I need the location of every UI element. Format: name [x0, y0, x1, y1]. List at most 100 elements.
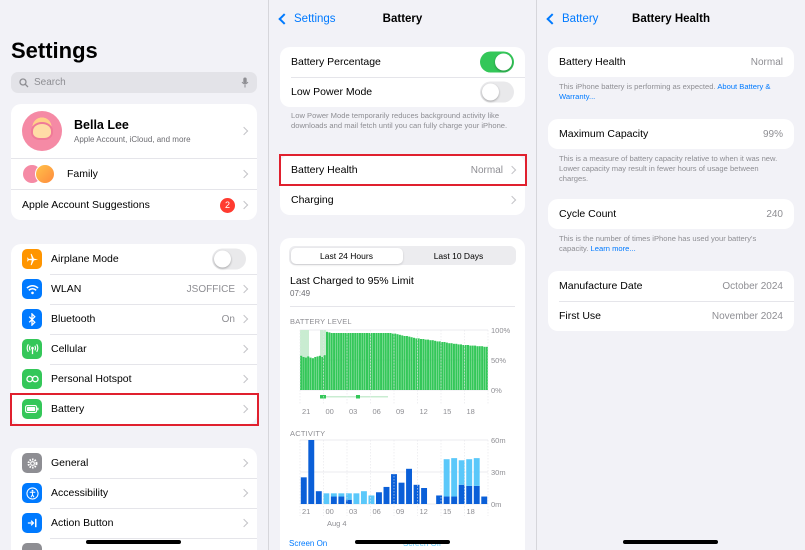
- battery-level-bar: [396, 334, 399, 390]
- family-row[interactable]: Family: [11, 158, 257, 189]
- battery-level-bar: [326, 331, 329, 390]
- airplane-mode-toggle[interactable]: [212, 248, 246, 270]
- y-tick-label: 60m: [491, 436, 506, 445]
- battery-level-bar: [474, 345, 477, 390]
- settings-item-airplane-mode[interactable]: Airplane Mode: [11, 244, 257, 274]
- y-tick-label: 0%: [491, 386, 502, 395]
- screen-off-bar: [451, 458, 458, 497]
- screen-on-bar: [315, 491, 322, 504]
- wifi-icon: [22, 279, 42, 299]
- screen-on-bar: [398, 482, 405, 504]
- learn-more-link[interactable]: Learn more...: [591, 244, 636, 253]
- bluetooth-icon: [22, 309, 42, 329]
- microphone-icon[interactable]: [241, 77, 249, 88]
- action-button-icon: [22, 513, 42, 533]
- screen-off-bar: [458, 460, 465, 485]
- battery-level-bar: [455, 343, 458, 390]
- battery-level-bar: [481, 346, 484, 390]
- screen-off-bar: [443, 459, 450, 497]
- battery-highlight-box: [10, 393, 259, 426]
- x-tick-label: 15: [443, 507, 451, 516]
- battery-level-bar: [370, 333, 373, 390]
- x-tick-label: 09: [396, 507, 404, 516]
- battery-level-bar: [365, 333, 368, 390]
- chevron-right-icon: [239, 169, 249, 179]
- battery-level-bar: [382, 333, 385, 390]
- battery-level-bar: [323, 355, 326, 390]
- battery-level-bar: [443, 342, 446, 390]
- cycle-count-row: Cycle Count 240: [559, 208, 783, 220]
- screen-off-bar: [338, 493, 345, 497]
- x-tick-label: 03: [349, 507, 357, 516]
- settings-item-cellular[interactable]: Cellular: [11, 334, 257, 364]
- screen-on-bar: [466, 485, 473, 504]
- manufacture-date-row: Manufacture Date October 2024: [559, 280, 783, 292]
- battery-level-bar: [311, 358, 314, 390]
- low-power-mode-toggle[interactable]: [480, 81, 514, 103]
- settings-item-wlan[interactable]: WLAN JSOFFICE: [11, 274, 257, 304]
- screen-on-bar: [458, 484, 465, 504]
- settings-item-general[interactable]: General: [11, 448, 257, 478]
- screen-on-bar: [376, 492, 382, 504]
- battery-level-bar: [412, 337, 415, 390]
- screen-on-bar: [308, 440, 315, 504]
- general-card: General Accessibility Action Button: [11, 448, 257, 550]
- usage-card: Last 24 Hours Last 10 Days Last Charged …: [280, 238, 525, 550]
- screen-on-bar: [436, 495, 443, 504]
- battery-level-bar: [448, 343, 451, 390]
- battery-level-bar: [302, 357, 305, 390]
- y-tick-label: 0m: [491, 500, 501, 509]
- battery-level-bar: [434, 340, 437, 390]
- segment-last-24-hours[interactable]: Last 24 Hours: [290, 247, 403, 264]
- battery-level-bar: [342, 333, 345, 390]
- notification-badge: 2: [220, 197, 235, 213]
- battery-level-chart: 100% 50% 0% 21 00 03 06 09 12 15 18: [299, 326, 511, 416]
- profile-name: Bella Lee: [74, 118, 129, 132]
- battery-level-bar: [300, 355, 303, 390]
- battery-level-bar: [452, 343, 455, 390]
- battery-level-bar: [361, 333, 364, 390]
- battery-health-row: Battery Health Normal: [559, 56, 783, 68]
- settings-item-personal-hotspot[interactable]: Personal Hotspot: [11, 364, 257, 394]
- battery-percentage-toggle[interactable]: [480, 51, 514, 73]
- hotspot-icon: [22, 369, 42, 389]
- profile-row[interactable]: Bella Lee Apple Account, iCloud, and mor…: [11, 104, 257, 158]
- screen-off-bar: [473, 458, 480, 486]
- accessibility-icon: [22, 483, 42, 503]
- search-icon: [19, 77, 29, 87]
- battery-level-bar: [394, 333, 397, 390]
- battery-health-screen: Battery Battery Health Battery Health No…: [537, 0, 805, 550]
- avatar: [22, 111, 62, 151]
- battery-level-bar: [391, 333, 394, 390]
- search-field[interactable]: Search: [11, 72, 257, 93]
- airplane-icon: [22, 249, 42, 269]
- chevron-right-icon: [239, 200, 249, 210]
- settings-item-action-button[interactable]: Action Button: [11, 508, 257, 538]
- battery-level-bar: [373, 333, 376, 390]
- x-tick-label: 12: [420, 407, 428, 416]
- settings-item-bluetooth[interactable]: Bluetooth On: [11, 304, 257, 334]
- battery-level-bar: [420, 339, 423, 390]
- segment-last-10-days[interactable]: Last 10 Days: [403, 248, 515, 264]
- settings-item-accessibility[interactable]: Accessibility: [11, 478, 257, 508]
- battery-level-bar: [408, 336, 411, 390]
- suggestions-label: Apple Account Suggestions: [22, 199, 150, 211]
- first-use-row: First Use November 2024: [548, 301, 794, 331]
- battery-level-bar: [445, 342, 448, 390]
- chevron-right-icon: [239, 374, 249, 384]
- y-tick-label: 100%: [491, 326, 511, 335]
- charging-row[interactable]: Charging: [280, 185, 525, 215]
- battery-level-bar: [405, 336, 408, 390]
- battery-level-bar: [375, 333, 378, 390]
- battery-level-bar: [441, 342, 444, 390]
- chevron-right-icon: [507, 195, 517, 205]
- battery-screen: Settings Battery Battery Percentage Low …: [269, 0, 536, 550]
- suggestions-row[interactable]: Apple Account Suggestions 2: [11, 189, 257, 220]
- battery-percentage-row: Battery Percentage: [280, 47, 525, 77]
- screen-on-bar: [473, 485, 480, 504]
- screen-on-legend: Screen On: [289, 539, 328, 548]
- battery-options-card: Battery Percentage Low Power Mode: [280, 47, 525, 107]
- chevron-right-icon: [239, 314, 249, 324]
- battery-level-bar: [307, 356, 310, 390]
- battery-level-bar: [354, 333, 357, 390]
